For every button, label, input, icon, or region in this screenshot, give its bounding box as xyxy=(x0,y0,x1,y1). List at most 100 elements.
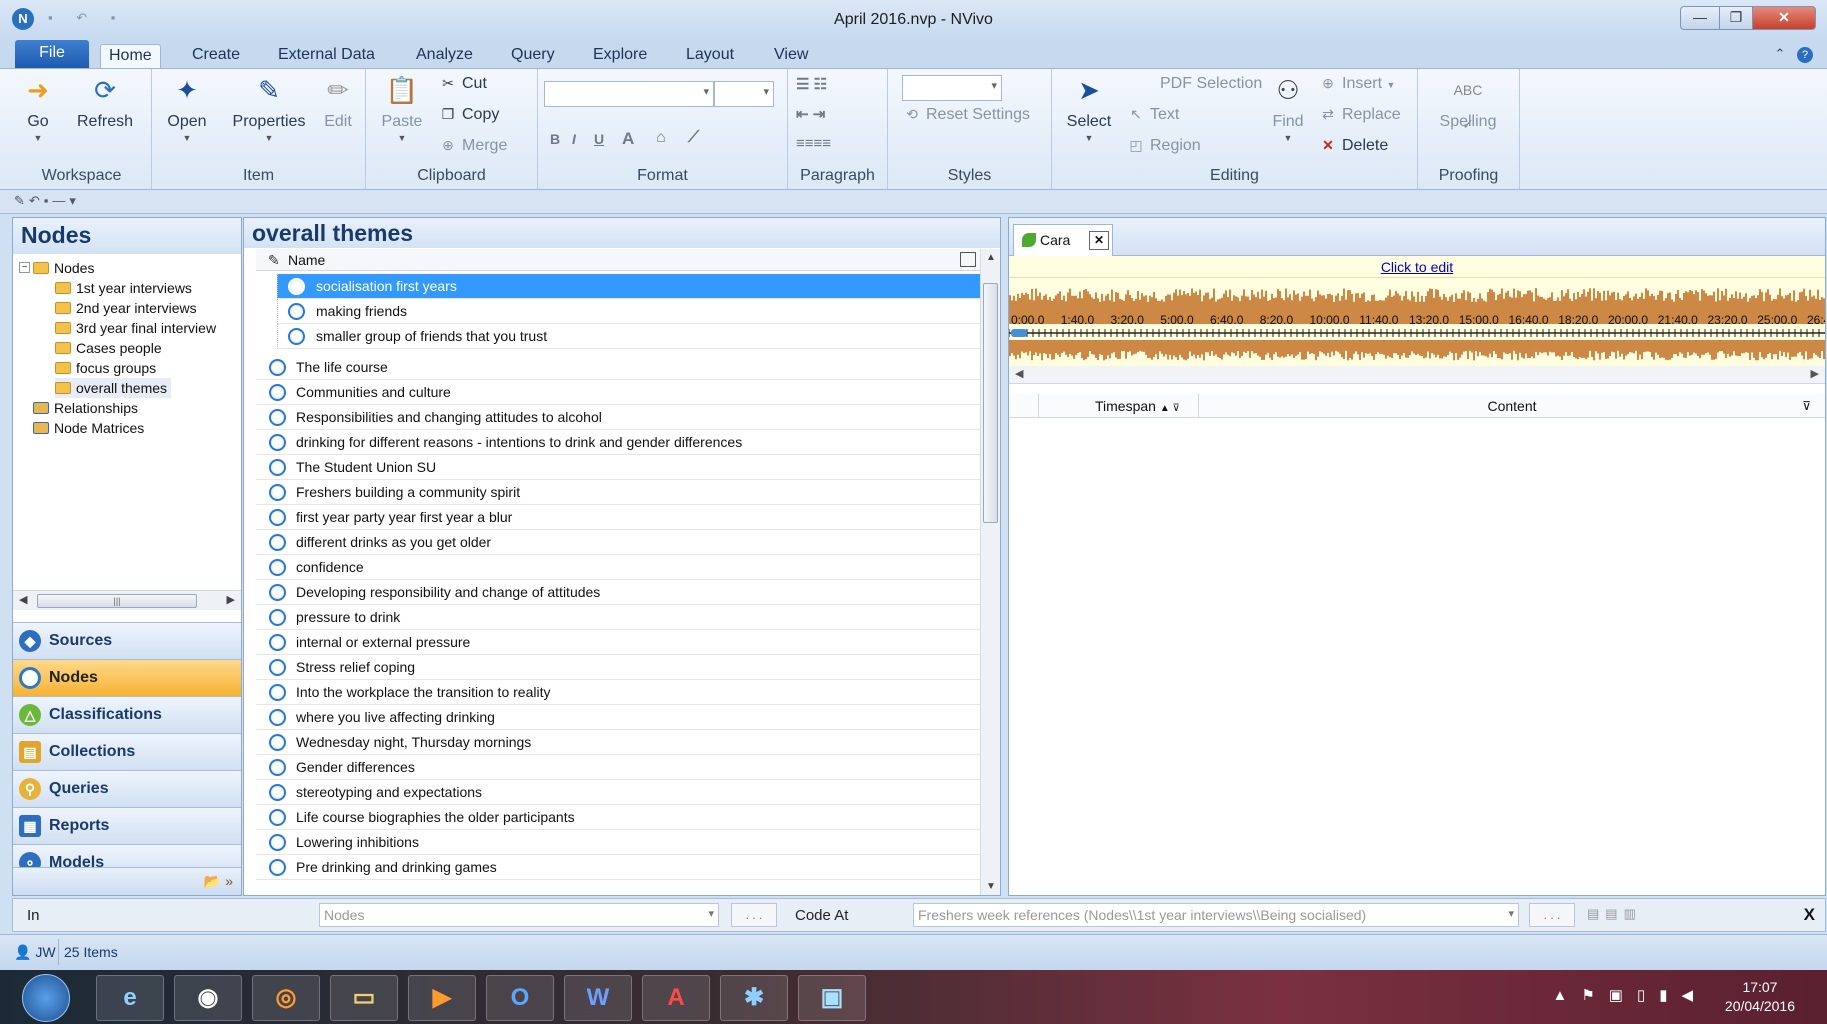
list-item[interactable]: drinking for different reasons - intenti… xyxy=(256,430,980,455)
close-findbar-button[interactable]: X xyxy=(1804,905,1815,925)
chrome-icon[interactable]: ◉ xyxy=(174,975,242,1021)
tab-layout[interactable]: Layout xyxy=(678,44,742,68)
maximize-button[interactable]: ❐ xyxy=(1719,6,1753,30)
list-item[interactable]: Stress relief coping xyxy=(256,655,980,680)
font-color-button[interactable]: A xyxy=(622,129,634,149)
photo-icon[interactable]: ▣ xyxy=(798,975,866,1021)
bold-button[interactable]: B xyxy=(550,131,560,147)
text-button[interactable]: ↖ Text xyxy=(1126,106,1179,124)
list-item[interactable]: Responsibilities and changing attitudes … xyxy=(256,405,980,430)
list-item[interactable]: where you live affecting drinking xyxy=(256,705,980,730)
list-item[interactable]: smaller group of friends that you trust xyxy=(277,324,980,349)
filter-icon[interactable]: ⊽ xyxy=(1802,394,1811,418)
scroll-thumb[interactable] xyxy=(983,283,998,523)
align-icons[interactable]: ≡≡≡≡ xyxy=(796,135,831,152)
nav-button-nodes[interactable]: Nodes xyxy=(13,659,241,696)
tab-home[interactable]: Home xyxy=(100,44,161,68)
tree-item-cases-people[interactable]: Cases people xyxy=(55,338,162,358)
list-item[interactable]: first year party year first year a blur xyxy=(256,505,980,530)
list-item[interactable]: socialisation first years xyxy=(277,274,980,299)
tab-create[interactable]: Create xyxy=(184,44,248,68)
column-header-timespan[interactable]: Timespan ▲ ⊽ xyxy=(1039,394,1199,418)
explorer-icon[interactable]: ▭ xyxy=(330,975,398,1021)
in-select[interactable]: Nodes xyxy=(319,903,719,927)
list-item[interactable]: Life course biographies the older partic… xyxy=(256,805,980,830)
playhead-slider[interactable] xyxy=(1011,329,1027,337)
column-header-name[interactable]: ✎ Name xyxy=(256,249,980,271)
list-item[interactable]: Communities and culture xyxy=(256,380,980,405)
tree-item-nodes[interactable]: Nodes xyxy=(33,258,94,278)
word-icon[interactable]: W xyxy=(564,975,632,1021)
delete-button[interactable]: ✕ Delete xyxy=(1318,137,1388,155)
close-tab-icon[interactable]: ✕ xyxy=(1089,231,1109,250)
tree-item-overall-themes[interactable]: overall themes xyxy=(55,378,172,398)
list-item[interactable]: Freshers building a community spirit xyxy=(256,480,980,505)
scroll-right-icon[interactable]: ▶ xyxy=(1811,367,1819,380)
minimize-button[interactable]: — xyxy=(1680,6,1720,30)
tree-item-1st-year[interactable]: 1st year interviews xyxy=(55,278,192,298)
tab-file[interactable]: File xyxy=(15,40,89,68)
list-item[interactable]: confidence xyxy=(256,555,980,580)
nav-button-classifications[interactable]: △ Classifications xyxy=(13,696,241,733)
refresh-button[interactable]: ⟳ Refresh xyxy=(72,73,138,131)
audio-waveform[interactable]: 0:00.0 1:40.0 3:20.0 5:00.0 6:40.0 8:20.0 10:0… xyxy=(1009,278,1825,366)
insert-button[interactable]: ⊕ Insert ▼ xyxy=(1318,75,1395,93)
close-button[interactable]: ✕ xyxy=(1752,6,1816,30)
underline-button[interactable]: U xyxy=(594,131,604,147)
detail-horizontal-scrollbar[interactable]: ◀ ▶ xyxy=(1009,366,1825,384)
scroll-up-icon[interactable]: ▲ xyxy=(986,252,996,263)
font-family-select[interactable] xyxy=(544,81,714,107)
list-item[interactable]: internal or external pressure xyxy=(256,630,980,655)
collapse-ribbon-icon[interactable]: ⌃ xyxy=(1774,46,1785,61)
tree-item-node-matrices[interactable]: Node Matrices xyxy=(33,418,144,438)
list-item[interactable]: different drinks as you get older xyxy=(256,530,980,555)
list-item[interactable]: The life course xyxy=(256,355,980,380)
nav-button-collections[interactable]: ▤ Collections xyxy=(13,733,241,770)
more-buttons-icon[interactable]: » xyxy=(225,873,233,889)
nav-button-queries[interactable]: ⚲ Queries xyxy=(13,770,241,807)
open-button[interactable]: ✦ Open ▼ xyxy=(158,73,216,143)
italic-button[interactable]: I xyxy=(572,131,576,147)
scroll-left-icon[interactable]: ◀ xyxy=(1015,367,1023,380)
replace-button[interactable]: ⇄ Replace xyxy=(1318,106,1401,124)
select-button[interactable]: ➤ Select ▼ xyxy=(1064,73,1114,143)
clock[interactable]: 17:07 20/04/2016 xyxy=(1725,978,1795,1016)
properties-button[interactable]: ✎ Properties ▼ xyxy=(226,73,312,143)
tab-explore[interactable]: Explore xyxy=(585,44,655,68)
column-chooser-icon[interactable] xyxy=(960,252,976,267)
tree-item-focus-groups[interactable]: focus groups xyxy=(55,358,156,378)
reset-settings-button[interactable]: ⟲ Reset Settings xyxy=(902,106,1030,124)
list-item[interactable]: Lowering inhibitions xyxy=(256,830,980,855)
style-select[interactable] xyxy=(902,75,1002,101)
bullets-icon[interactable]: ☰ ☷ xyxy=(796,75,827,93)
folder-shortcut-icon[interactable]: 📂 xyxy=(204,873,221,889)
scroll-down-icon[interactable]: ▼ xyxy=(986,881,996,892)
scroll-thumb[interactable]: ||| xyxy=(37,594,197,608)
outlook-icon[interactable]: O xyxy=(486,975,554,1021)
tree-item-2nd-year[interactable]: 2nd year interviews xyxy=(55,298,197,318)
paste-button[interactable]: 📋 Paste ▼ xyxy=(380,73,424,143)
list-item[interactable]: stereotyping and expectations xyxy=(256,780,980,805)
system-tray[interactable]: ▲⚑▣▯▮◀ xyxy=(1552,986,1707,1004)
column-header-content[interactable]: Content ⊽ xyxy=(1199,394,1825,418)
acrobat-icon[interactable]: A xyxy=(642,975,710,1021)
media-icon[interactable]: ▶ xyxy=(408,975,476,1021)
tab-query[interactable]: Query xyxy=(503,44,563,68)
list-item[interactable]: Gender differences xyxy=(256,755,980,780)
tab-analyze[interactable]: Analyze xyxy=(408,44,481,68)
go-button[interactable]: ➜ Go ▼ xyxy=(20,73,56,143)
highlight-icon[interactable]: ⌂ xyxy=(656,129,666,147)
list-item[interactable]: Pre drinking and drinking games xyxy=(256,855,980,880)
nvivo-icon[interactable]: ✱ xyxy=(720,975,788,1021)
code-at-browse-button[interactable]: . . . xyxy=(1529,903,1575,927)
font-size-select[interactable] xyxy=(714,81,774,107)
scroll-left-icon[interactable]: ◀ xyxy=(19,593,27,606)
pdf-selection-button[interactable]: PDF Selection xyxy=(1136,75,1262,93)
region-button[interactable]: ◰ Region xyxy=(1126,137,1200,155)
tree-item-3rd-year[interactable]: 3rd year final interview xyxy=(55,318,216,338)
edit-button[interactable]: ✏ Edit xyxy=(318,73,358,131)
sort-filter-icon[interactable]: ▲ ⊽ xyxy=(1160,403,1180,414)
tree-collapse-toggle[interactable]: − xyxy=(19,262,30,273)
nav-horizontal-scrollbar[interactable]: ◀ ||| ▶ xyxy=(13,590,241,610)
list-item[interactable]: Developing responsibility and change of … xyxy=(256,580,980,605)
